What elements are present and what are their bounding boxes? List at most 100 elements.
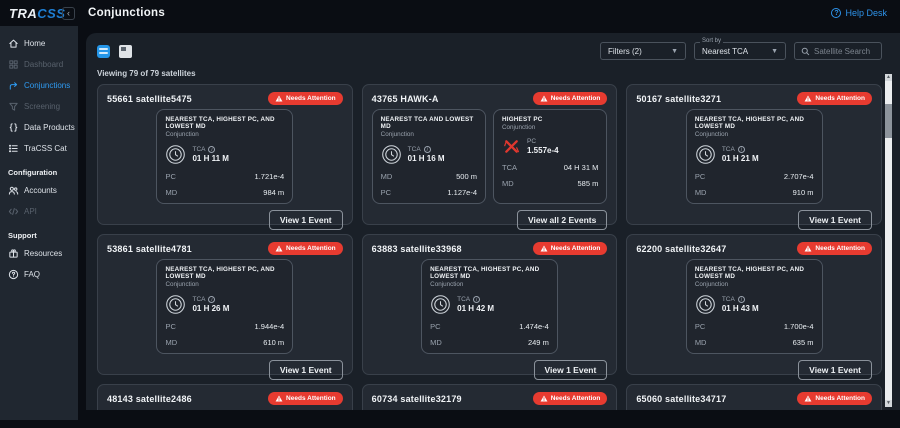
data-products-icon	[8, 122, 19, 133]
tracss-logo: TRACSS	[0, 6, 62, 21]
row-value: 1.474e-4	[519, 322, 549, 331]
card-footer: View 1 Event	[372, 360, 608, 380]
metric-label: TCAi	[192, 296, 229, 303]
warning-icon	[275, 395, 283, 402]
chevron-down-icon: ▼	[771, 48, 778, 55]
view-events-button[interactable]: View 1 Event	[269, 210, 343, 230]
primary-metric: TCAi 01 H 16 M	[381, 144, 477, 165]
sort-dropdown[interactable]: Nearest TCA ▼	[694, 42, 786, 60]
sidebar-item-accounts[interactable]: Accounts	[0, 180, 78, 201]
badge-label: Needs Attention	[815, 245, 865, 252]
scroll-up-icon[interactable]: ▲	[885, 74, 892, 81]
satellite-card: 43765 HAWK-A Needs Attention NEAREST TCA…	[362, 84, 618, 225]
badge-label: Needs Attention	[286, 95, 336, 102]
metric-row: MD610 m	[165, 338, 284, 347]
metric-row: PC1.700e-4	[695, 322, 814, 331]
primary-metric: TCAi 01 H 21 M	[695, 144, 814, 165]
metric-row: PC1.127e-4	[381, 188, 477, 197]
sort-value: Nearest TCA	[702, 47, 748, 56]
sidebar-collapse-button[interactable]: ‹	[62, 7, 75, 20]
needs-attention-badge: Needs Attention	[533, 92, 608, 105]
info-icon[interactable]: i	[738, 146, 745, 153]
metric-row: PC1.944e-4	[165, 322, 284, 331]
panel-title: NEAREST TCA, HIGHEST PC, AND LOWEST MD	[165, 266, 284, 280]
primary-metric: TCAi 01 H 11 M	[165, 144, 284, 165]
clock-icon	[695, 144, 716, 165]
sidebar-item-api[interactable]: API	[0, 201, 78, 222]
sidebar-item-screening[interactable]: Screening	[0, 96, 78, 117]
filters-dropdown[interactable]: Filters (2) ▼	[600, 42, 686, 60]
panels-row: NEAREST TCA, HIGHEST PC, AND LOWEST MD C…	[636, 109, 872, 204]
card-header: 50167 satellite3271 Needs Attention	[636, 92, 872, 105]
scrollbar-thumb[interactable]	[885, 104, 892, 138]
panel-title: NEAREST TCA AND LOWEST MD	[381, 116, 477, 130]
card-header: 60734 satellite32179 Needs Attention	[372, 392, 608, 405]
vertical-scrollbar[interactable]: ▲ ▼	[885, 74, 892, 407]
card-view-toggle[interactable]	[97, 45, 110, 58]
scroll-down-icon[interactable]: ▼	[885, 400, 892, 407]
primary-metric: TCAi 01 H 26 M	[165, 294, 284, 315]
sidebar-item-conjunctions[interactable]: Conjunctions	[0, 75, 78, 96]
top-bar: TRACSS ‹ Conjunctions ? Help Desk	[0, 0, 900, 26]
info-icon[interactable]: i	[473, 296, 480, 303]
sidebar-section-configuration: Configuration	[0, 159, 78, 180]
sidebar-item-faq[interactable]: FAQ	[0, 264, 78, 285]
help-desk-link[interactable]: ? Help Desk	[831, 8, 887, 18]
sidebar-item-label: Resources	[24, 249, 62, 258]
sidebar-item-home[interactable]: Home	[0, 33, 78, 54]
table-view-toggle[interactable]	[119, 45, 132, 58]
needs-attention-badge: Needs Attention	[797, 92, 872, 105]
accounts-icon	[8, 185, 19, 196]
badge-label: Needs Attention	[551, 395, 601, 402]
metric-value: 01 H 21 M	[722, 154, 759, 163]
metric-label: TCAi	[408, 146, 445, 153]
info-icon[interactable]: i	[208, 146, 215, 153]
view-events-button[interactable]: View 1 Event	[798, 210, 872, 230]
sidebar-item-label: Accounts	[24, 186, 57, 195]
badge-label: Needs Attention	[286, 245, 336, 252]
satellite-search	[794, 42, 882, 60]
info-icon[interactable]: i	[424, 146, 431, 153]
conjunction-summary-panel: HIGHEST PC Conjunction PC 1.557e-4 TCA04…	[493, 109, 607, 204]
view-events-button[interactable]: View 1 Event	[269, 360, 343, 380]
search-input[interactable]	[814, 47, 875, 56]
info-icon[interactable]: i	[208, 296, 215, 303]
warning-icon	[804, 95, 812, 102]
warning-icon	[540, 245, 548, 252]
metric-value: 01 H 26 M	[192, 304, 229, 313]
page-title: Conjunctions	[88, 7, 165, 19]
sidebar-item-data-products[interactable]: Data Products	[0, 117, 78, 138]
conjunction-summary-panel: NEAREST TCA, HIGHEST PC, AND LOWEST MD C…	[156, 259, 293, 354]
metric-label: TCAi	[192, 146, 228, 153]
metric-row: PC1.474e-4	[430, 322, 549, 331]
satellite-card: 48143 satellite2486 Needs Attention	[97, 384, 353, 410]
panels-row	[107, 409, 343, 410]
chevron-down-icon: ▼	[671, 48, 678, 55]
row-label: PC	[695, 172, 705, 181]
row-value: 04 H 31 M	[564, 163, 599, 172]
satellite-card: 53861 satellite4781 Needs Attention NEAR…	[97, 234, 353, 375]
badge-label: Needs Attention	[551, 95, 601, 102]
card-title: 63883 satellite33968	[372, 242, 462, 254]
main-panel: Filters (2) ▼ Sort by Nearest TCA ▼ View…	[86, 33, 900, 410]
sidebar-item-dashboard[interactable]: Dashboard	[0, 54, 78, 75]
info-icon[interactable]: i	[738, 296, 745, 303]
collision-icon	[502, 137, 521, 156]
sidebar-item-resources[interactable]: Resources	[0, 243, 78, 264]
panels-row: NEAREST TCA, HIGHEST PC, AND LOWEST MD C…	[372, 259, 608, 354]
conjunction-summary-panel: NEAREST TCA, HIGHEST PC, AND LOWEST MD C…	[686, 109, 823, 204]
metric-label: TCAi	[457, 296, 494, 303]
sort-by-label: Sort by	[700, 38, 723, 44]
view-events-button[interactable]: View 1 Event	[798, 360, 872, 380]
view-events-button[interactable]: View all 2 Events	[517, 210, 607, 230]
row-label: MD	[695, 338, 707, 347]
row-label: PC	[165, 172, 175, 181]
conjunction-summary-panel: NEAREST TCA AND LOWEST MD Conjunction TC…	[372, 109, 486, 204]
row-value: 1.700e-4	[784, 322, 814, 331]
metric-value: 1.557e-4	[527, 146, 559, 155]
home-icon	[8, 38, 19, 49]
satellite-card: 50167 satellite3271 Needs Attention NEAR…	[626, 84, 882, 225]
panel-title: HIGHEST PC	[502, 116, 598, 123]
view-events-button[interactable]: View 1 Event	[534, 360, 608, 380]
sidebar-item-tracss-cat[interactable]: TraCSS Cat	[0, 138, 78, 159]
